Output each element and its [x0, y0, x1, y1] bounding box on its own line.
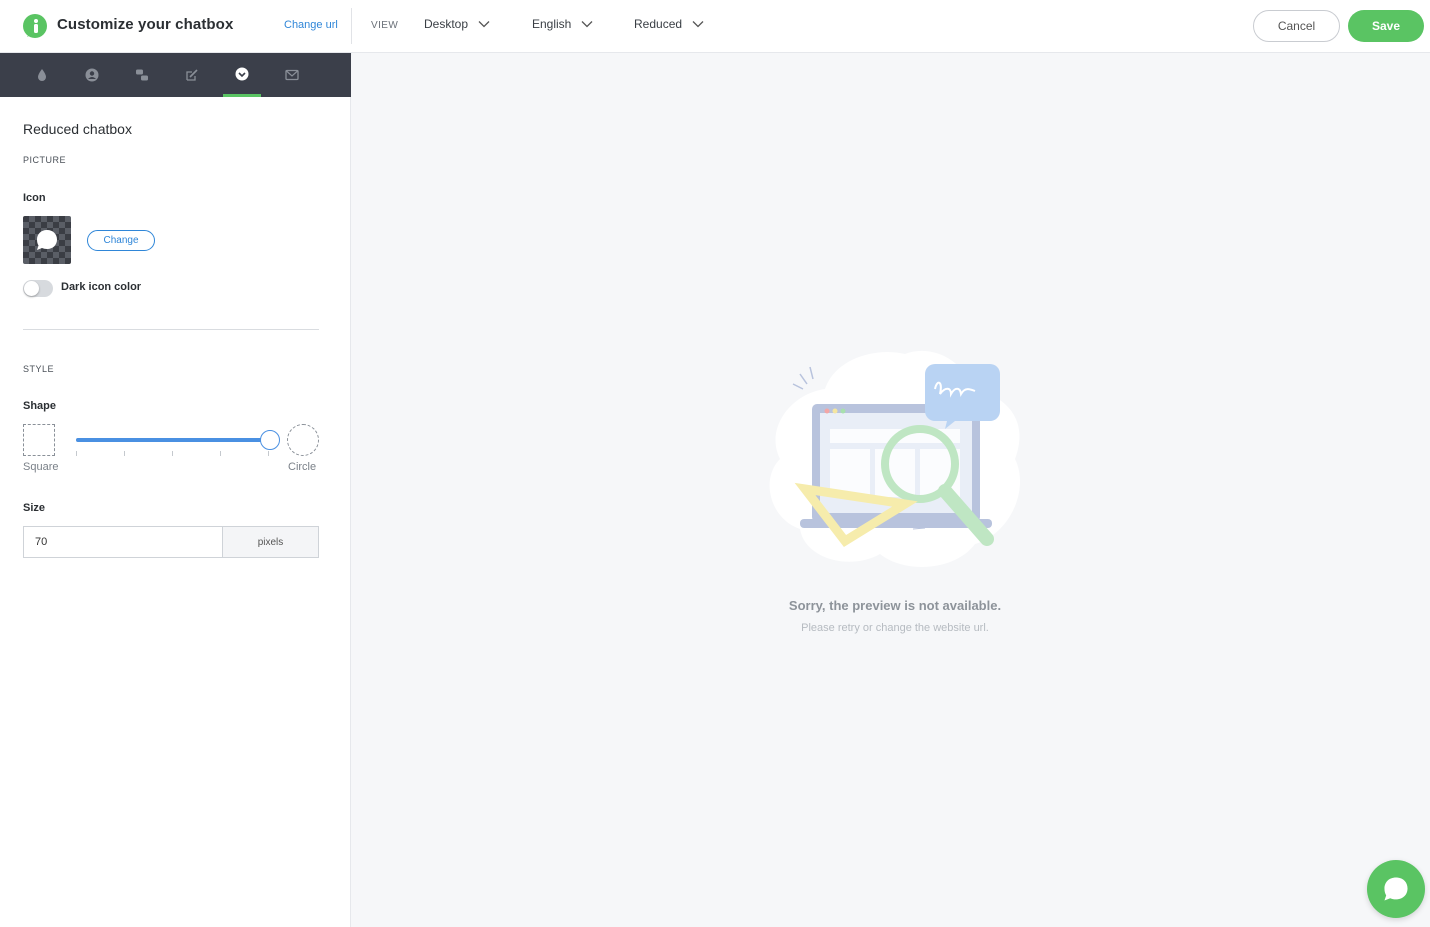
preview-area: Sorry, the preview is not available. Ple…: [352, 53, 1430, 927]
style-section-label: STYLE: [23, 364, 55, 374]
chat-icon-preview: [23, 216, 71, 264]
chevron-down-icon: [478, 21, 490, 28]
square-shape-icon: [23, 424, 55, 456]
circle-shape-icon: [287, 424, 319, 456]
shape-field-label: Shape: [23, 400, 57, 412]
shape-min-label: Square: [23, 461, 59, 473]
mail-icon: [285, 69, 299, 81]
size-unit-label: pixels: [222, 526, 319, 558]
tab-reduced[interactable]: [223, 53, 261, 97]
device-dropdown[interactable]: Desktop: [424, 17, 490, 31]
size-field-label: Size: [23, 502, 46, 514]
size-input[interactable]: [23, 526, 223, 558]
shape-slider[interactable]: [76, 429, 280, 459]
top-bar: Customize your chatbox Change url VIEW D…: [0, 0, 1430, 53]
picture-section-label: PICTURE: [23, 155, 67, 165]
chevron-down-icon: [692, 21, 704, 28]
change-url-link[interactable]: Change url: [284, 19, 338, 31]
sidebar-title: Reduced chatbox: [23, 121, 132, 137]
tab-conversation[interactable]: [123, 53, 161, 97]
preview-unavailable-message: Sorry, the preview is not available.: [788, 598, 1002, 613]
slider-tick: [268, 451, 269, 456]
slider-tick: [220, 451, 221, 456]
dark-icon-toggle-label: Dark icon color: [61, 281, 142, 293]
slider-fill: [76, 438, 270, 442]
slider-thumb[interactable]: [260, 430, 280, 450]
dark-icon-toggle[interactable]: [23, 280, 53, 297]
page-title: Customize your chatbox: [57, 16, 234, 33]
device-dropdown-value: Desktop: [424, 17, 469, 31]
shape-max-label: Circle: [288, 461, 317, 473]
language-dropdown[interactable]: English: [532, 17, 593, 31]
preview-unavailable-illustration: [769, 350, 1021, 567]
settings-tabbar: [0, 53, 351, 97]
chat-bubble-icon: [37, 230, 57, 250]
language-dropdown-value: English: [532, 17, 572, 31]
toggle-knob: [24, 281, 39, 296]
mode-dropdown[interactable]: Reduced: [634, 17, 704, 31]
save-button[interactable]: Save: [1348, 10, 1424, 42]
section-divider: [23, 329, 319, 330]
mode-dropdown-value: Reduced: [634, 17, 683, 31]
chat-bubble-icon: [1384, 877, 1408, 901]
user-icon: [85, 68, 99, 82]
chat-launcher-button[interactable]: [1367, 860, 1425, 918]
slider-tick: [172, 451, 173, 456]
settings-sidebar: Reduced chatbox PICTURE Icon Change Dark…: [0, 53, 351, 927]
conversation-icon: [136, 69, 148, 81]
droplet-icon: [38, 69, 46, 81]
header-divider: [351, 8, 352, 44]
slider-tick: [76, 451, 77, 456]
cancel-button[interactable]: Cancel: [1253, 10, 1340, 42]
chevron-down-icon: [581, 21, 593, 28]
tab-edit[interactable]: [173, 53, 211, 97]
view-label: VIEW: [371, 20, 399, 31]
chevron-circle-icon: [235, 67, 249, 80]
tab-colors[interactable]: [23, 53, 61, 97]
slider-tick: [124, 451, 125, 456]
app-logo-icon: [23, 14, 47, 38]
preview-unavailable-hint: Please retry or change the website url.: [801, 622, 989, 634]
tab-mail[interactable]: [273, 53, 311, 97]
icon-field-label: Icon: [23, 192, 46, 204]
tab-profile[interactable]: [73, 53, 111, 97]
change-icon-button[interactable]: Change: [87, 230, 155, 251]
edit-icon: [186, 69, 198, 81]
